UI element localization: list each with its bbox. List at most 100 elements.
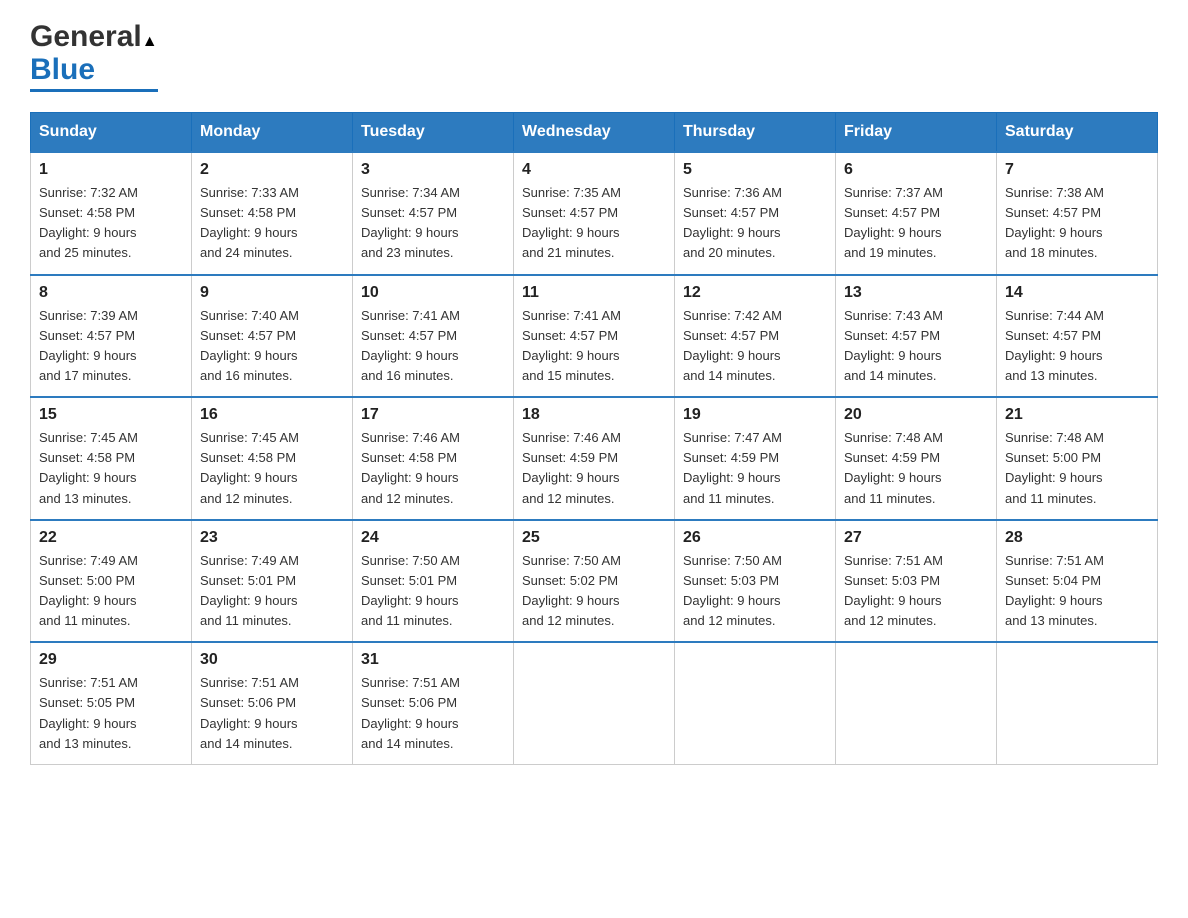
calendar-day-cell [836,642,997,764]
calendar-day-cell: 1 Sunrise: 7:32 AM Sunset: 4:58 PM Dayli… [31,152,192,275]
day-info: Sunrise: 7:36 AM Sunset: 4:57 PM Dayligh… [683,183,827,264]
calendar-day-cell: 22 Sunrise: 7:49 AM Sunset: 5:00 PM Dayl… [31,520,192,643]
calendar-day-cell: 5 Sunrise: 7:36 AM Sunset: 4:57 PM Dayli… [675,152,836,275]
day-number: 13 [844,284,988,302]
day-info: Sunrise: 7:49 AM Sunset: 5:01 PM Dayligh… [200,551,344,632]
calendar-day-cell: 7 Sunrise: 7:38 AM Sunset: 4:57 PM Dayli… [997,152,1158,275]
calendar-day-cell: 10 Sunrise: 7:41 AM Sunset: 4:57 PM Dayl… [353,275,514,398]
day-info: Sunrise: 7:51 AM Sunset: 5:03 PM Dayligh… [844,551,988,632]
calendar-day-cell: 15 Sunrise: 7:45 AM Sunset: 4:58 PM Dayl… [31,397,192,520]
day-number: 30 [200,651,344,669]
day-number: 25 [522,529,666,547]
day-info: Sunrise: 7:51 AM Sunset: 5:05 PM Dayligh… [39,673,183,754]
day-info: Sunrise: 7:51 AM Sunset: 5:04 PM Dayligh… [1005,551,1149,632]
day-info: Sunrise: 7:43 AM Sunset: 4:57 PM Dayligh… [844,306,988,387]
calendar-day-cell [675,642,836,764]
day-info: Sunrise: 7:39 AM Sunset: 4:57 PM Dayligh… [39,306,183,387]
day-info: Sunrise: 7:42 AM Sunset: 4:57 PM Dayligh… [683,306,827,387]
calendar-header-row: Sunday Monday Tuesday Wednesday Thursday… [31,113,1158,153]
day-number: 5 [683,161,827,179]
day-number: 7 [1005,161,1149,179]
day-info: Sunrise: 7:34 AM Sunset: 4:57 PM Dayligh… [361,183,505,264]
logo-general-text: General [30,20,142,53]
page-header: General▲ Blue [30,20,1158,92]
calendar-week-row: 15 Sunrise: 7:45 AM Sunset: 4:58 PM Dayl… [31,397,1158,520]
calendar-day-cell [997,642,1158,764]
col-monday: Monday [192,113,353,153]
day-info: Sunrise: 7:46 AM Sunset: 4:58 PM Dayligh… [361,428,505,509]
day-info: Sunrise: 7:41 AM Sunset: 4:57 PM Dayligh… [361,306,505,387]
day-info: Sunrise: 7:44 AM Sunset: 4:57 PM Dayligh… [1005,306,1149,387]
calendar-day-cell: 11 Sunrise: 7:41 AM Sunset: 4:57 PM Dayl… [514,275,675,398]
calendar-day-cell: 25 Sunrise: 7:50 AM Sunset: 5:02 PM Dayl… [514,520,675,643]
day-info: Sunrise: 7:45 AM Sunset: 4:58 PM Dayligh… [39,428,183,509]
calendar-day-cell: 29 Sunrise: 7:51 AM Sunset: 5:05 PM Dayl… [31,642,192,764]
day-number: 23 [200,529,344,547]
day-number: 12 [683,284,827,302]
day-info: Sunrise: 7:33 AM Sunset: 4:58 PM Dayligh… [200,183,344,264]
calendar-week-row: 22 Sunrise: 7:49 AM Sunset: 5:00 PM Dayl… [31,520,1158,643]
calendar-day-cell: 31 Sunrise: 7:51 AM Sunset: 5:06 PM Dayl… [353,642,514,764]
col-saturday: Saturday [997,113,1158,153]
calendar-day-cell: 26 Sunrise: 7:50 AM Sunset: 5:03 PM Dayl… [675,520,836,643]
day-number: 8 [39,284,183,302]
day-info: Sunrise: 7:49 AM Sunset: 5:00 PM Dayligh… [39,551,183,632]
calendar-day-cell: 24 Sunrise: 7:50 AM Sunset: 5:01 PM Dayl… [353,520,514,643]
day-info: Sunrise: 7:45 AM Sunset: 4:58 PM Dayligh… [200,428,344,509]
day-info: Sunrise: 7:50 AM Sunset: 5:01 PM Dayligh… [361,551,505,632]
day-info: Sunrise: 7:47 AM Sunset: 4:59 PM Dayligh… [683,428,827,509]
calendar-day-cell: 8 Sunrise: 7:39 AM Sunset: 4:57 PM Dayli… [31,275,192,398]
day-number: 11 [522,284,666,302]
calendar-day-cell: 17 Sunrise: 7:46 AM Sunset: 4:58 PM Dayl… [353,397,514,520]
day-number: 15 [39,406,183,424]
calendar-day-cell: 12 Sunrise: 7:42 AM Sunset: 4:57 PM Dayl… [675,275,836,398]
day-number: 6 [844,161,988,179]
day-number: 27 [844,529,988,547]
calendar-day-cell: 3 Sunrise: 7:34 AM Sunset: 4:57 PM Dayli… [353,152,514,275]
day-number: 1 [39,161,183,179]
day-number: 18 [522,406,666,424]
day-number: 22 [39,529,183,547]
calendar-day-cell: 30 Sunrise: 7:51 AM Sunset: 5:06 PM Dayl… [192,642,353,764]
logo: General▲ Blue [30,20,158,92]
calendar-day-cell: 9 Sunrise: 7:40 AM Sunset: 4:57 PM Dayli… [192,275,353,398]
col-sunday: Sunday [31,113,192,153]
calendar-day-cell: 18 Sunrise: 7:46 AM Sunset: 4:59 PM Dayl… [514,397,675,520]
calendar-day-cell: 6 Sunrise: 7:37 AM Sunset: 4:57 PM Dayli… [836,152,997,275]
day-number: 14 [1005,284,1149,302]
day-number: 20 [844,406,988,424]
calendar-day-cell: 14 Sunrise: 7:44 AM Sunset: 4:57 PM Dayl… [997,275,1158,398]
day-number: 9 [200,284,344,302]
day-number: 10 [361,284,505,302]
day-number: 26 [683,529,827,547]
logo-underline [30,89,158,92]
day-number: 28 [1005,529,1149,547]
day-number: 29 [39,651,183,669]
day-info: Sunrise: 7:40 AM Sunset: 4:57 PM Dayligh… [200,306,344,387]
day-number: 3 [361,161,505,179]
calendar-week-row: 8 Sunrise: 7:39 AM Sunset: 4:57 PM Dayli… [31,275,1158,398]
calendar-day-cell: 20 Sunrise: 7:48 AM Sunset: 4:59 PM Dayl… [836,397,997,520]
day-info: Sunrise: 7:51 AM Sunset: 5:06 PM Dayligh… [361,673,505,754]
calendar-day-cell: 19 Sunrise: 7:47 AM Sunset: 4:59 PM Dayl… [675,397,836,520]
calendar-day-cell: 28 Sunrise: 7:51 AM Sunset: 5:04 PM Dayl… [997,520,1158,643]
calendar-day-cell: 27 Sunrise: 7:51 AM Sunset: 5:03 PM Dayl… [836,520,997,643]
calendar-day-cell [514,642,675,764]
logo-arrow-icon: ▲ [142,33,158,51]
calendar-week-row: 1 Sunrise: 7:32 AM Sunset: 4:58 PM Dayli… [31,152,1158,275]
col-tuesday: Tuesday [353,113,514,153]
day-number: 24 [361,529,505,547]
day-info: Sunrise: 7:32 AM Sunset: 4:58 PM Dayligh… [39,183,183,264]
day-number: 19 [683,406,827,424]
calendar-day-cell: 13 Sunrise: 7:43 AM Sunset: 4:57 PM Dayl… [836,275,997,398]
calendar-day-cell: 4 Sunrise: 7:35 AM Sunset: 4:57 PM Dayli… [514,152,675,275]
day-info: Sunrise: 7:41 AM Sunset: 4:57 PM Dayligh… [522,306,666,387]
calendar-day-cell: 21 Sunrise: 7:48 AM Sunset: 5:00 PM Dayl… [997,397,1158,520]
col-thursday: Thursday [675,113,836,153]
day-number: 31 [361,651,505,669]
day-number: 2 [200,161,344,179]
day-info: Sunrise: 7:48 AM Sunset: 4:59 PM Dayligh… [844,428,988,509]
day-number: 16 [200,406,344,424]
calendar-day-cell: 16 Sunrise: 7:45 AM Sunset: 4:58 PM Dayl… [192,397,353,520]
day-info: Sunrise: 7:38 AM Sunset: 4:57 PM Dayligh… [1005,183,1149,264]
